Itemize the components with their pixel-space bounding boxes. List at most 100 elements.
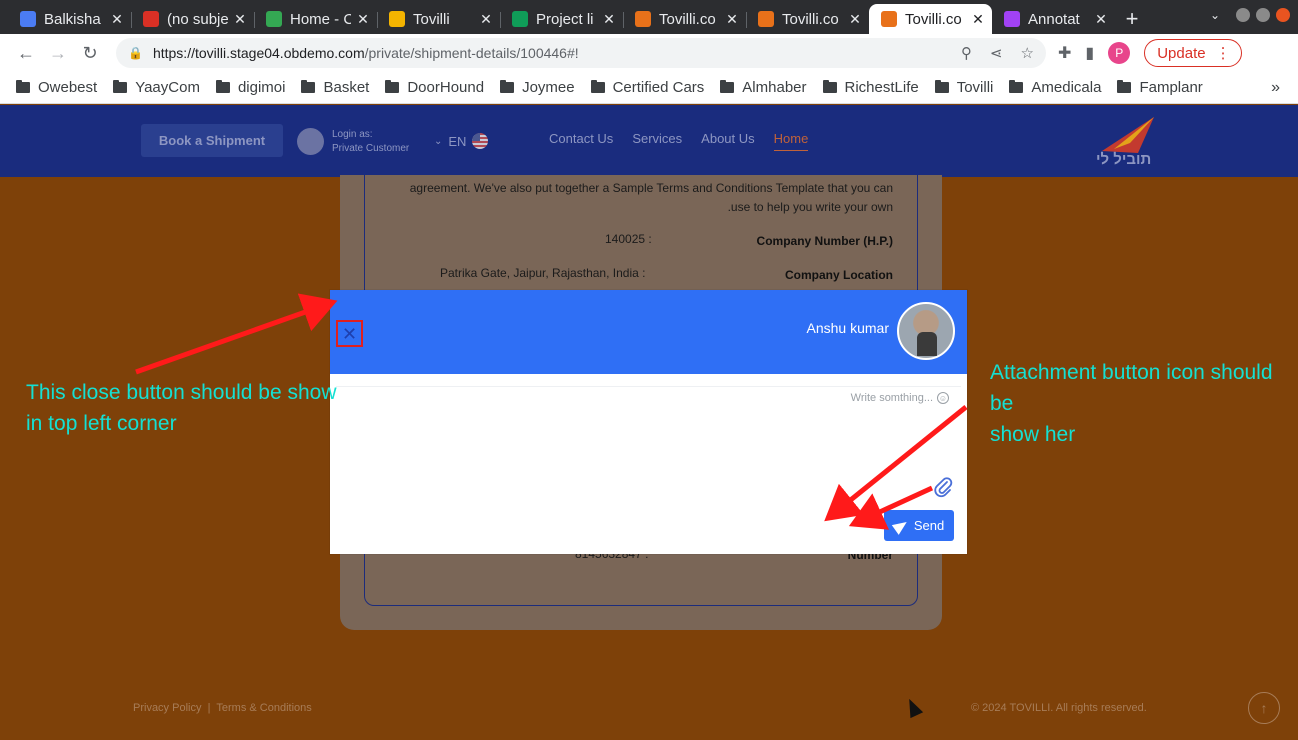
tab-favicon-icon [881,11,897,27]
minimize-button[interactable] [1236,8,1250,22]
bookmark-item[interactable]: YaayCom [113,79,200,96]
tab-title: Home - C [290,10,351,28]
language-selector[interactable]: ⌄ EN [434,133,489,149]
tab-favicon-icon [389,11,405,27]
tab-title: Balkisha [44,10,101,28]
bookmark-item[interactable]: Tovilli [934,79,993,96]
bookmark-label: digimoi [237,79,286,96]
chat-user-avatar [897,302,955,360]
footer-links: Privacy Policy | Terms & Conditions [133,702,312,714]
emoji-icon[interactable]: ☺ [937,392,949,404]
nav-about-us[interactable]: About Us [701,131,754,151]
message-placeholder: Write somthing... [850,392,933,404]
agreement-line-1: agreement. We've also put together a Sam… [409,181,893,195]
share-icon[interactable]: ⋖ [990,44,1003,62]
folder-icon [215,80,230,93]
close-button[interactable]: ✕ [336,320,363,347]
reload-icon[interactable]: ↻ [74,37,106,69]
profile-avatar[interactable]: P [1108,42,1131,64]
message-input[interactable]: Write somthing... ☺ [851,392,949,404]
browser-tab[interactable]: (no subje ✕ [131,4,254,34]
extensions-icon[interactable]: ✚ [1058,43,1071,63]
bookmark-star-icon[interactable]: ☆ [1021,44,1034,62]
user-avatar[interactable] [297,128,324,155]
tab-title: Project li [536,10,594,28]
nav-services[interactable]: Services [632,131,682,151]
modal-divider [336,386,961,387]
tab-close-icon[interactable]: ✕ [232,11,248,28]
tab-close-icon[interactable]: ✕ [724,11,740,28]
close-window-button[interactable] [1276,8,1290,22]
tab-close-icon[interactable]: ✕ [847,11,863,28]
maximize-button[interactable] [1256,8,1270,22]
new-tab-button[interactable]: + [1115,4,1149,34]
bookmark-label: YaayCom [135,79,200,96]
tab-title: (no subje [167,10,228,28]
nav-contact-us[interactable]: Contact Us [549,131,613,151]
site-footer: Privacy Policy | Terms & Conditions © 20… [0,680,1298,740]
zoom-icon[interactable]: ⚲ [961,44,972,62]
bookmark-item[interactable]: Almhaber [720,79,807,96]
tab-close-icon[interactable]: ✕ [970,11,986,28]
bookmark-item[interactable]: digimoi [215,79,286,96]
tab-close-icon[interactable]: ✕ [355,11,371,28]
tab-close-icon[interactable]: ✕ [1093,11,1109,28]
bookmark-label: Famplanr [1139,79,1203,96]
back-icon[interactable]: ← [10,37,42,69]
bookmark-item[interactable]: Joymee [500,79,575,96]
send-icon [891,516,910,535]
browser-tab[interactable]: Home - C ✕ [254,4,377,34]
lock-icon: 🔒 [128,46,143,60]
url-path: /private/shipment-details/100446#! [364,45,579,61]
book-shipment-button[interactable]: Book a Shipment [141,124,283,157]
bookmark-item[interactable]: Famplanr [1117,79,1203,96]
terms-link[interactable]: Terms & Conditions [216,702,311,714]
tab-close-icon[interactable]: ✕ [601,11,617,28]
address-bar[interactable]: 🔒 https://tovilli.stage04.obdemo.com /pr… [116,38,1046,68]
browser-tab[interactable]: Tovilli ✕ [377,4,500,34]
browser-tab[interactable]: Tovilli.co ✕ [746,4,869,34]
close-button-annotation: This close button should be show in top … [26,377,337,439]
company-number-value: 140025 : [605,232,652,246]
tovilli-logo[interactable]: תוביל לי [1094,113,1160,173]
bookmark-item[interactable]: DoorHound [385,79,484,96]
bookmark-item[interactable]: Basket [301,79,369,96]
bookmark-item[interactable]: Owebest [16,79,97,96]
browser-tab[interactable]: Balkisha ✕ [8,4,131,34]
side-panel-icon[interactable]: ▮ [1085,43,1094,63]
browser-tab[interactable]: Tovilli.co ✕ [623,4,746,34]
close-note-line-1: This close button should be show [26,381,337,404]
scroll-to-top-button[interactable]: ↑ [1248,692,1280,724]
privacy-link[interactable]: Privacy Policy [133,702,201,714]
site-header: Book a Shipment Login as: Private Custom… [0,105,1298,177]
tab-search-icon[interactable]: ⌄ [1210,8,1220,22]
arrow-to-close-button [135,293,338,375]
attachment-icon[interactable] [933,476,953,504]
folder-icon [113,80,128,93]
copyright: © 2024 TOVILLI. All rights reserved. [971,702,1147,714]
bookmarks-overflow-icon[interactable]: » [1271,79,1280,97]
chat-modal: ✕ Anshu kumar Write somthing... ☺ Send [330,290,967,554]
tab-close-icon[interactable]: ✕ [478,11,494,28]
bookmark-label: Basket [323,79,370,96]
forward-icon[interactable]: → [42,37,74,69]
bookmark-item[interactable]: Certified Cars [590,79,704,96]
window-controls: ⌄ [1210,8,1290,22]
browser-tab[interactable]: Annotat ✕ [992,4,1115,34]
nav-home[interactable]: Home [773,131,809,151]
attach-note-line-2: show her [990,423,1076,446]
browser-tab[interactable]: Project li ✕ [500,4,623,34]
browser-tab[interactable]: Tovilli.co ✕ [869,4,992,34]
update-button[interactable]: Update ⋮ [1144,39,1242,67]
bookmark-label: Almhaber [742,79,807,96]
bookmark-item[interactable]: RichestLife [822,79,919,96]
tab-favicon-icon [266,11,282,27]
send-button[interactable]: Send [884,510,954,541]
agreement-text: agreement. We've also put together a Sam… [373,179,893,217]
bookmark-item[interactable]: Amedicala [1009,79,1101,96]
folder-icon [301,80,316,93]
login-info: Login as: Private Customer [332,128,409,156]
tab-strip: Balkisha ✕ (no subje ✕ Home - C ✕ Tovilli ✕ Proj… [0,0,1298,34]
tab-close-icon[interactable]: ✕ [109,11,125,28]
folder-icon [934,80,949,93]
